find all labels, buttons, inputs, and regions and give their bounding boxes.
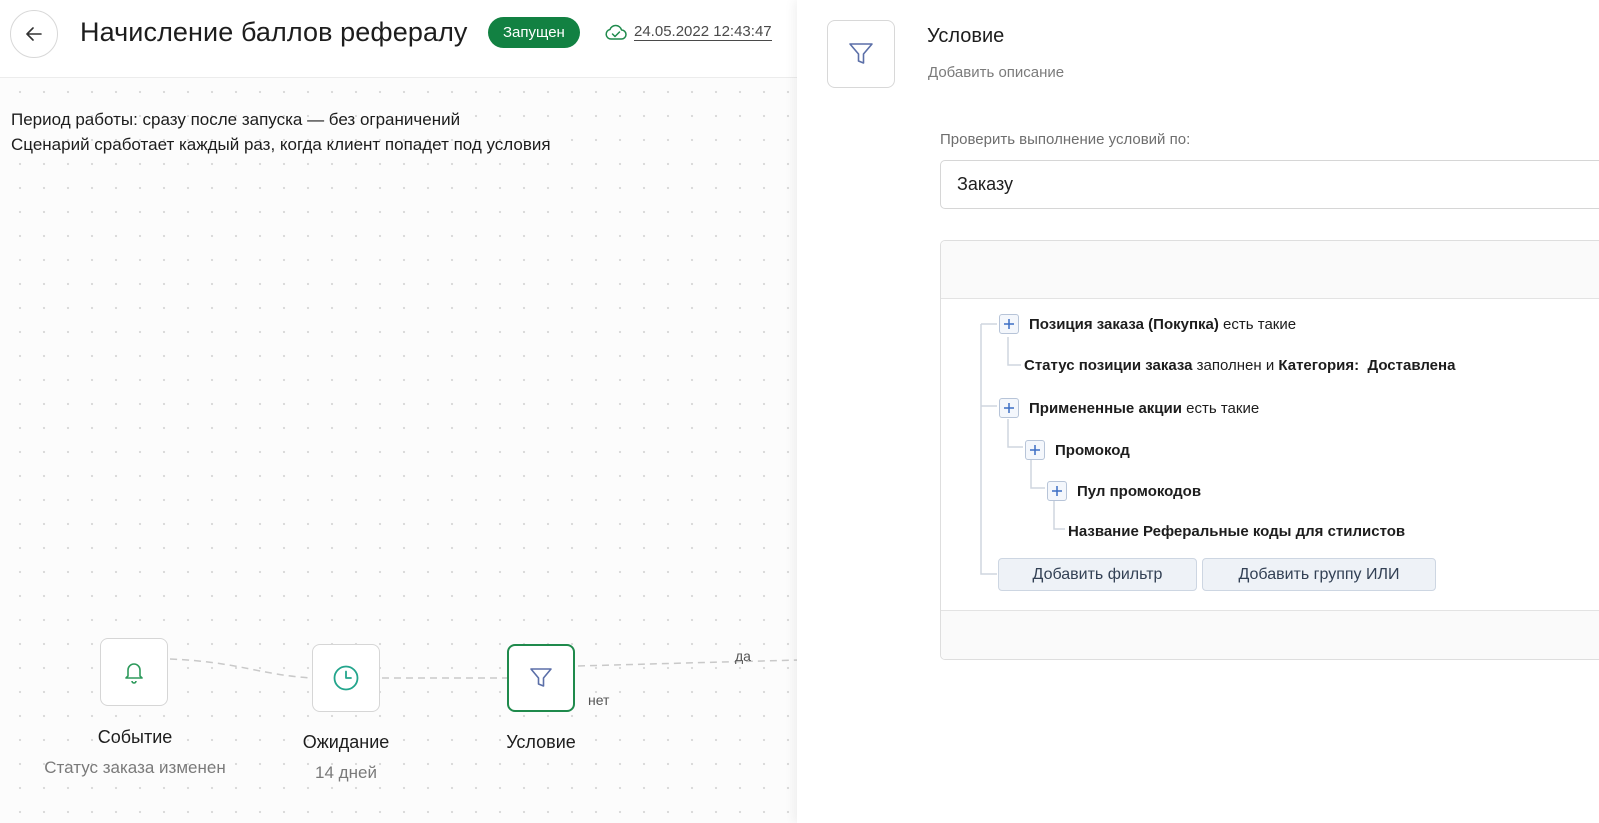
filter-field: Статус позиции заказа [1024, 357, 1193, 374]
filter-row-pool-name[interactable]: Название Реферальные коды для стилистов [1068, 523, 1405, 540]
saved-timestamp[interactable]: 24.05.2022 12:43:47 [634, 23, 772, 41]
filter-value: Категория: Доставлена [1278, 357, 1456, 374]
flow-node-event-sublabel: Статус заказа изменен [44, 758, 226, 777]
filter-field[interactable]: Позиция заказа (Покупка) [1029, 316, 1219, 333]
filter-field[interactable]: Промокод [1055, 442, 1130, 459]
cloud-check-icon [605, 24, 627, 40]
period-text: Период работы: сразу после запуска — без… [11, 110, 461, 129]
expand-plus-icon[interactable] [999, 314, 1019, 334]
filter-row-promocode-pool: Пул промокодов [1047, 481, 1201, 501]
filter-builder: Позиция заказа (Покупка) есть такие Стат… [940, 240, 1599, 660]
trigger-text: Сценарий сработает каждый раз, когда кли… [11, 135, 551, 154]
expand-plus-icon[interactable] [1047, 481, 1067, 501]
add-filter-button[interactable]: Добавить фильтр [998, 558, 1197, 591]
flow-node-event-label: Событие [97, 727, 173, 747]
panel-condition-icon-box [827, 20, 895, 88]
filter-row-order-item: Позиция заказа (Покупка) есть такие [999, 314, 1296, 334]
expand-plus-icon[interactable] [999, 398, 1019, 418]
filter-row-applied-promos: Примененные акции есть такие [999, 398, 1259, 418]
branch-no-label: нет [588, 692, 610, 708]
bell-icon [125, 663, 143, 684]
filter-operator: есть такие [1218, 315, 1297, 333]
funnel-icon [530, 668, 552, 687]
filter-operator: заполнен и [1192, 357, 1279, 374]
check-by-value: Заказу [957, 174, 1014, 194]
scenario-header: Начисление баллов рефералу Запущен 24.05… [0, 0, 800, 78]
panel-title: Условие [927, 25, 1005, 47]
expand-plus-icon[interactable] [1025, 440, 1045, 460]
condition-settings-panel: Условие Добавить описание Проверить выпо… [797, 0, 1599, 823]
filter-row-item-status[interactable]: Статус позиции заказа заполнен и Категор… [1024, 357, 1455, 374]
scenario-canvas[interactable]: Начисление баллов рефералу Запущен 24.05… [0, 0, 800, 823]
flow-node-wait-label: Ожидание [302, 732, 390, 752]
filter-field[interactable]: Пул промокодов [1077, 483, 1201, 500]
add-description-field[interactable]: Добавить описание [928, 64, 1064, 81]
check-by-label: Проверить выполнение условий по: [940, 131, 1191, 148]
page-title: Начисление баллов рефералу [80, 17, 468, 47]
add-or-group-button[interactable]: Добавить группу ИЛИ [1202, 558, 1436, 591]
filter-field[interactable]: Примененные акции [1029, 400, 1182, 417]
flow-node-condition[interactable] [507, 644, 575, 712]
flow-node-event[interactable] [100, 638, 168, 706]
status-badge: Запущен [488, 17, 580, 48]
filter-field: Название Реферальные коды для стилистов [1068, 523, 1406, 540]
flow-node-wait-sublabel: 14 дней [315, 763, 377, 782]
filter-row-promocode: Промокод [1025, 440, 1130, 460]
clock-icon [333, 665, 359, 691]
back-button[interactable] [10, 10, 58, 58]
arrow-left-icon [26, 27, 42, 41]
filter-operator: есть такие [1181, 399, 1260, 417]
check-by-select[interactable]: Заказу [940, 160, 1599, 209]
flow-node-condition-label: Условие [506, 732, 576, 752]
flow-node-wait[interactable] [312, 644, 380, 712]
scenario-info: Период работы: сразу после запуска — без… [11, 107, 551, 157]
branch-yes-label: да [735, 648, 751, 664]
funnel-icon [849, 43, 873, 64]
